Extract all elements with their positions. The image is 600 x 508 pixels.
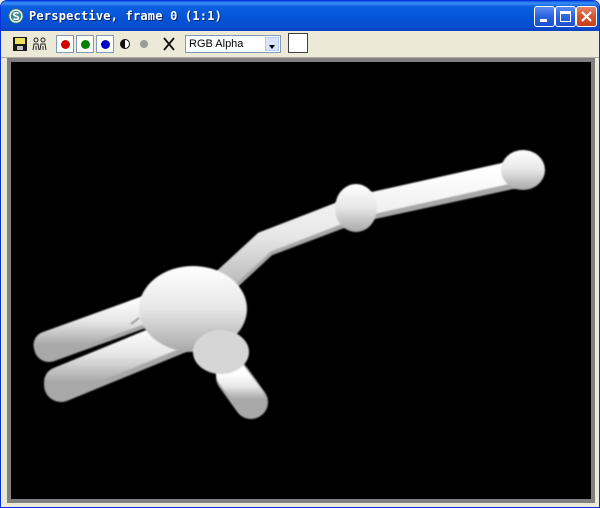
green-channel-icon bbox=[81, 40, 90, 49]
render-toolbar: RGB Alpha bbox=[1, 31, 599, 58]
blue-channel-icon bbox=[101, 40, 110, 49]
close-icon bbox=[581, 11, 592, 22]
monochrome-icon[interactable] bbox=[118, 34, 132, 54]
window-title: Perspective, frame 0 (1:1) bbox=[29, 9, 223, 23]
blue-channel-button[interactable] bbox=[96, 35, 114, 53]
render-viewport-frame bbox=[7, 58, 595, 503]
channel-select-value: RGB Alpha bbox=[189, 38, 244, 50]
channel-select[interactable]: RGB Alpha bbox=[185, 35, 281, 53]
render-frame-window: Perspective, frame 0 (1:1) RGB Alpha bbox=[0, 0, 600, 508]
rendered-hand-model bbox=[33, 150, 545, 419]
green-channel-button[interactable] bbox=[76, 35, 94, 53]
render-viewport bbox=[11, 62, 591, 499]
close-button[interactable] bbox=[576, 6, 597, 27]
select-dropdown-button[interactable] bbox=[265, 37, 279, 51]
maximize-button[interactable] bbox=[555, 6, 576, 27]
clone-icon[interactable] bbox=[31, 34, 49, 54]
3dsmax-icon[interactable] bbox=[8, 8, 24, 24]
minimize-button[interactable] bbox=[534, 6, 555, 27]
red-channel-button[interactable] bbox=[56, 35, 74, 53]
title-bar[interactable]: Perspective, frame 0 (1:1) bbox=[1, 1, 599, 31]
save-icon[interactable] bbox=[12, 34, 28, 54]
color-swatch[interactable] bbox=[288, 33, 308, 53]
chevron-down-icon bbox=[269, 45, 275, 49]
minimize-icon bbox=[540, 19, 547, 22]
maximize-icon bbox=[560, 11, 571, 22]
alpha-channel-icon[interactable] bbox=[137, 34, 151, 54]
red-channel-icon bbox=[61, 40, 70, 49]
clear-icon[interactable] bbox=[161, 34, 177, 54]
